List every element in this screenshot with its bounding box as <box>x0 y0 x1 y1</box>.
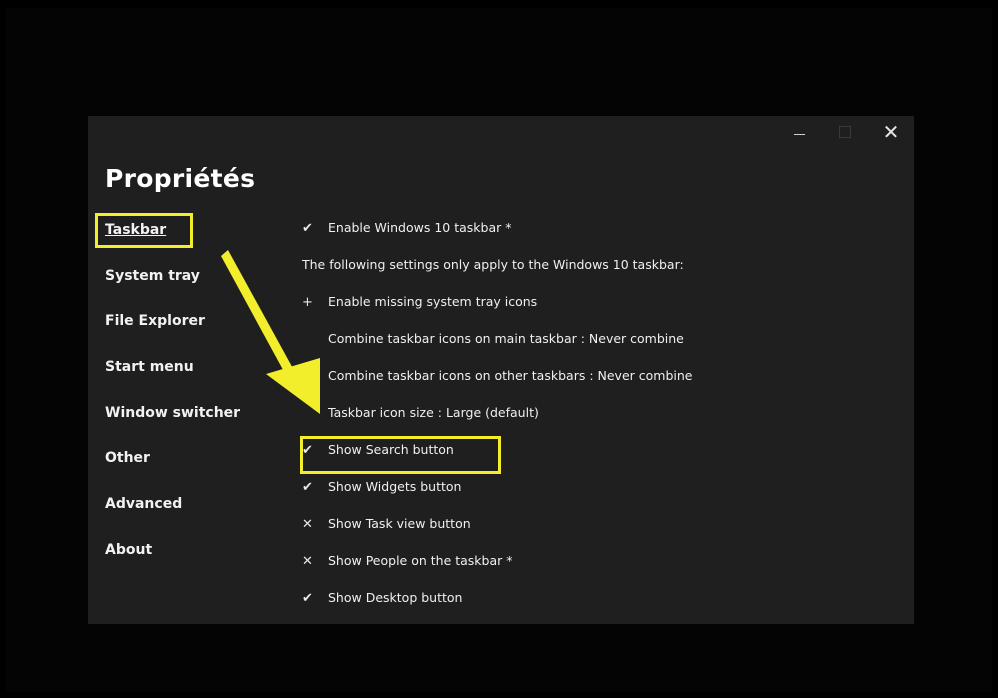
video-frame: ✕ Propriétés Taskbar System tray File Ex… <box>6 8 992 692</box>
annotation-arrow-icon <box>221 250 320 414</box>
arrow-shaft <box>221 250 296 379</box>
properties-window: ✕ Propriétés Taskbar System tray File Ex… <box>88 116 914 624</box>
arrow-head <box>266 358 320 414</box>
